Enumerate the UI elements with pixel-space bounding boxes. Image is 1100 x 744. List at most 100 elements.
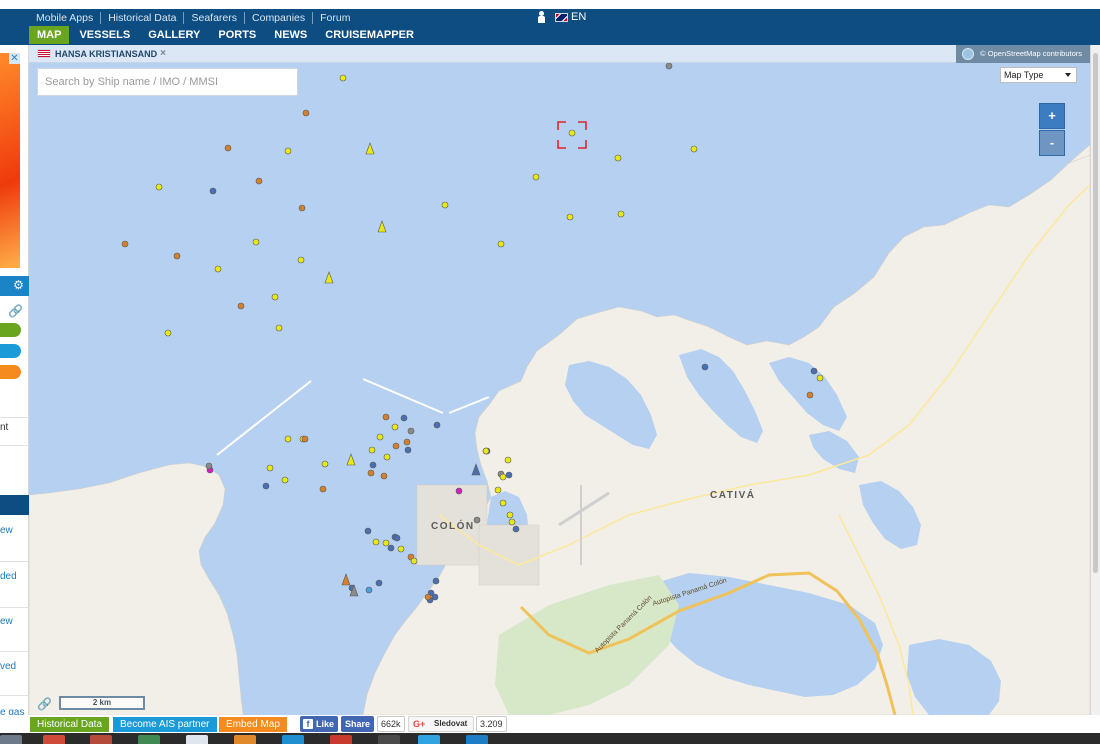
green-pill-button[interactable] (0, 323, 21, 337)
facebook-share-button[interactable]: Share (341, 716, 375, 732)
facebook-like-button[interactable]: f Like (300, 716, 339, 732)
vessel-marker[interactable] (375, 579, 383, 587)
vessel-marker[interactable] (380, 472, 388, 480)
link-icon[interactable]: 🔗 (8, 304, 23, 318)
nav-ports[interactable]: PORTS (210, 26, 264, 44)
vessel-marker[interactable] (690, 145, 698, 153)
vessel-marker[interactable] (505, 471, 513, 479)
vessel-marker[interactable] (512, 525, 520, 533)
zoom-in-button[interactable]: + (1039, 103, 1065, 129)
vessel-marker[interactable] (173, 252, 181, 260)
vessel-marker[interactable] (410, 557, 418, 565)
nav-gallery[interactable]: GALLERY (140, 26, 208, 44)
become-ais-partner-button[interactable]: Become AIS partner (113, 717, 217, 732)
vessel-marker[interactable] (368, 446, 376, 454)
top-link-forum[interactable]: Forum (312, 12, 357, 24)
vessel-marker[interactable] (252, 238, 260, 246)
panel-link-fragment[interactable]: ew (0, 616, 29, 627)
vessel-marker[interactable] (806, 391, 814, 399)
moving-vessel-marker[interactable] (471, 463, 481, 476)
vessel-marker[interactable] (392, 442, 400, 450)
vessel-marker[interactable] (404, 446, 412, 454)
blue-pill-button[interactable] (0, 344, 21, 358)
taskbar-app-icon[interactable] (282, 735, 304, 744)
vessel-marker[interactable] (455, 487, 463, 495)
vessel-marker[interactable] (614, 154, 622, 162)
vessel-marker[interactable] (568, 129, 576, 137)
top-link-companies[interactable]: Companies (244, 12, 312, 24)
vessel-marker[interactable] (224, 144, 232, 152)
vessel-marker[interactable] (816, 374, 824, 382)
close-icon[interactable]: × (160, 48, 166, 59)
top-link-mobile-apps[interactable]: Mobile Apps (29, 12, 100, 24)
moving-vessel-marker[interactable] (377, 220, 387, 233)
vessel-marker[interactable] (497, 240, 505, 248)
top-link-seafarers[interactable]: Seafarers (183, 12, 244, 24)
top-link-historical-data[interactable]: Historical Data (100, 12, 183, 24)
vessel-marker[interactable] (372, 538, 380, 546)
vessel-tab[interactable]: HANSA KRISTIANSAND × (37, 48, 166, 59)
taskbar-app-icon[interactable] (378, 735, 400, 744)
taskbar-app-icon[interactable] (43, 735, 65, 744)
vessel-marker[interactable] (617, 210, 625, 218)
vessel-marker[interactable] (275, 324, 283, 332)
moving-vessel-marker[interactable] (365, 142, 375, 155)
vessel-marker[interactable] (205, 462, 213, 470)
historical-data-button[interactable]: Historical Data (30, 717, 110, 732)
vessel-marker[interactable] (566, 213, 574, 221)
vessel-marker[interactable] (365, 586, 373, 594)
nav-map[interactable]: MAP (29, 26, 70, 44)
nav-vessels[interactable]: VESSELS (71, 26, 138, 44)
vessel-marker[interactable] (407, 427, 415, 435)
vessel-marker[interactable] (266, 464, 274, 472)
vessel-marker[interactable] (284, 147, 292, 155)
vessel-marker[interactable] (284, 435, 292, 443)
vessel-marker[interactable] (387, 544, 395, 552)
scrollbar-thumb[interactable] (1093, 53, 1098, 573)
vessel-marker[interactable] (255, 177, 263, 185)
vessel-marker[interactable] (701, 363, 709, 371)
vessel-marker[interactable] (364, 527, 372, 535)
vessel-marker[interactable] (508, 518, 516, 526)
google-plus-follow-button[interactable]: G+ Sledovat (408, 716, 474, 732)
zoom-out-button[interactable]: - (1039, 130, 1065, 156)
vessel-marker[interactable] (367, 469, 375, 477)
vessel-marker[interactable] (164, 329, 172, 337)
taskbar-app-icon[interactable] (466, 735, 488, 744)
nav-cruisemapper[interactable]: CRUISEMAPPER (317, 26, 422, 44)
vessel-marker[interactable] (433, 421, 441, 429)
vessel-marker[interactable] (376, 433, 384, 441)
vessel-marker[interactable] (391, 423, 399, 431)
vessel-marker[interactable] (532, 173, 540, 181)
vessel-marker[interactable] (321, 460, 329, 468)
vessel-marker[interactable] (298, 204, 306, 212)
vessel-marker[interactable] (482, 447, 490, 455)
language-switcher[interactable]: EN (537, 11, 586, 23)
vessel-marker[interactable] (209, 187, 217, 195)
vessel-marker[interactable] (301, 435, 309, 443)
vessel-marker[interactable] (383, 453, 391, 461)
moving-vessel-marker[interactable] (324, 271, 334, 284)
vessel-marker[interactable] (271, 293, 279, 301)
vessel-marker[interactable] (494, 486, 502, 494)
vessel-marker[interactable] (281, 476, 289, 484)
vessel-marker[interactable] (155, 183, 163, 191)
vessel-marker[interactable] (665, 62, 673, 70)
vessel-marker[interactable] (237, 302, 245, 310)
vessel-marker[interactable] (403, 438, 411, 446)
vertical-scrollbar[interactable] (1090, 45, 1100, 715)
vessel-marker[interactable] (397, 545, 405, 553)
vessel-marker[interactable] (499, 473, 507, 481)
ship-map[interactable]: HANSA KRISTIANSAND × © OpenStreetMap con… (29, 45, 1090, 715)
vessel-marker[interactable] (432, 577, 440, 585)
moving-vessel-marker[interactable] (346, 453, 356, 466)
vessel-marker[interactable] (319, 485, 327, 493)
vessel-marker[interactable] (382, 539, 390, 547)
embed-map-button[interactable]: Embed Map (219, 717, 287, 732)
vessel-marker[interactable] (441, 201, 449, 209)
vessel-marker[interactable] (339, 74, 347, 82)
panel-link-fragment[interactable]: ew (0, 525, 29, 536)
vessel-layer[interactable] (29, 45, 1090, 715)
moving-vessel-marker[interactable] (341, 573, 351, 586)
orange-pill-button[interactable] (0, 365, 21, 379)
